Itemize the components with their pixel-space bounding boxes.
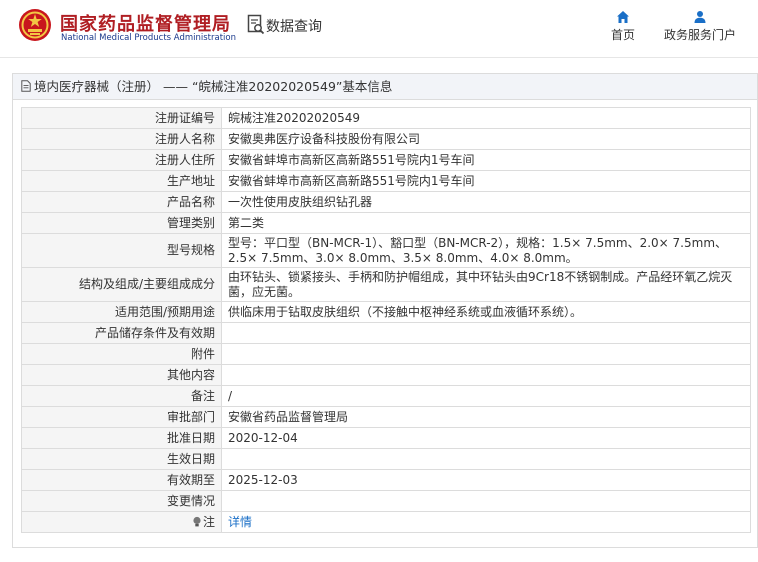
national-emblem-icon [19, 9, 51, 41]
row-label: 管理类别 [21, 212, 222, 234]
table-row: 生产地址 安徽省蚌埠市高新区高新路551号院内1号车间 [21, 170, 751, 192]
table-row: 生效日期 [21, 448, 751, 470]
row-label: 产品名称 [21, 191, 222, 213]
row-value: 型号：平口型（BN-MCR-1）、豁口型（BN-MCR-2），规格：1.5× 7… [221, 233, 751, 268]
table-row: 型号规格 型号：平口型（BN-MCR-1）、豁口型（BN-MCR-2），规格：1… [21, 233, 751, 268]
row-value: 安徽奥弗医疗设备科技股份有限公司 [221, 128, 751, 150]
table-row: 注 详情 [21, 511, 751, 533]
row-value [221, 322, 751, 344]
row-label: 产品储存条件及有效期 [21, 322, 222, 344]
table-row: 结构及组成/主要组成成分 由环钻头、锁紧接头、手柄和防护帽组成，其中环钻头由9C… [21, 267, 751, 302]
row-label: 结构及组成/主要组成成分 [21, 267, 222, 302]
table-row: 注册人名称 安徽奥弗医疗设备科技股份有限公司 [21, 128, 751, 150]
table-row: 变更情况 [21, 490, 751, 512]
row-label: 注册证编号 [21, 107, 222, 129]
user-icon [694, 11, 706, 23]
row-value: 安徽省药品监督管理局 [221, 406, 751, 428]
row-label: 注册人住所 [21, 149, 222, 171]
row-label: 生效日期 [21, 448, 222, 470]
row-value: / [221, 385, 751, 407]
document-icon [21, 80, 31, 92]
row-label: 注册人名称 [21, 128, 222, 150]
row-value [221, 364, 751, 386]
table-row: 注册人住所 安徽省蚌埠市高新区高新路551号院内1号车间 [21, 149, 751, 171]
details-link[interactable]: 详情 [228, 515, 252, 529]
table-row: 批准日期 2020-12-04 [21, 427, 751, 449]
nav-home[interactable]: 首页 [603, 10, 643, 43]
table-row: 附件 [21, 343, 751, 365]
row-label: 备注 [21, 385, 222, 407]
row-value: 供临床用于钻取皮肤组织（不接触中枢神经系统或血液循环系统）。 [221, 301, 751, 323]
panel-title-text: 境内医疗器械（注册） —— “皖械注准20202020549”基本信息 [34, 79, 393, 94]
nav-home-label: 首页 [610, 28, 635, 42]
row-label: 注 [21, 511, 222, 533]
info-table: 注册证编号 皖械注准20202020549 注册人名称 安徽奥弗医疗设备科技股份… [21, 107, 751, 533]
row-value: 安徽省蚌埠市高新区高新路551号院内1号车间 [221, 149, 751, 171]
site-header: 国家药品监督管理局 National Medical Products Admi… [0, 0, 758, 58]
table-row: 管理类别 第二类 [21, 212, 751, 234]
lightbulb-icon [193, 516, 201, 526]
row-label: 变更情况 [21, 490, 222, 512]
data-query-title[interactable]: 数据查询 [266, 16, 322, 36]
row-value: 2025-12-03 [221, 469, 751, 491]
row-value [221, 343, 751, 365]
note-label: 注 [202, 514, 215, 529]
row-label: 批准日期 [21, 427, 222, 449]
row-label: 生产地址 [21, 170, 222, 192]
row-value: 安徽省蚌埠市高新区高新路551号院内1号车间 [221, 170, 751, 192]
row-value: 2020-12-04 [221, 427, 751, 449]
row-value: 详情 [221, 511, 751, 533]
row-value [221, 448, 751, 470]
row-value: 第二类 [221, 212, 751, 234]
row-label: 其他内容 [21, 364, 222, 386]
nav-service-portal[interactable]: 政务服务门户 [656, 10, 744, 43]
row-label: 审批部门 [21, 406, 222, 428]
table-row: 其他内容 [21, 364, 751, 386]
row-value: 一次性使用皮肤组织钻孔器 [221, 191, 751, 213]
brand-name-en: National Medical Products Administration [61, 33, 236, 43]
nav-portal-label: 政务服务门户 [663, 28, 736, 42]
table-row: 产品名称 一次性使用皮肤组织钻孔器 [21, 191, 751, 213]
table-row: 审批部门 安徽省药品监督管理局 [21, 406, 751, 428]
row-label: 附件 [21, 343, 222, 365]
row-label: 有效期至 [21, 469, 222, 491]
detail-panel: 境内医疗器械（注册） —— “皖械注准20202020549”基本信息 注册证编… [12, 73, 758, 548]
row-value: 由环钻头、锁紧接头、手柄和防护帽组成，其中环钻头由9Cr18不锈钢制成。产品经环… [221, 267, 751, 302]
panel-title: 境内医疗器械（注册） —— “皖械注准20202020549”基本信息 [13, 74, 757, 100]
row-label: 型号规格 [21, 233, 222, 268]
table-row: 备注 / [21, 385, 751, 407]
table-row: 有效期至 2025-12-03 [21, 469, 751, 491]
table-row: 注册证编号 皖械注准20202020549 [21, 107, 751, 129]
row-label: 适用范围/预期用途 [21, 301, 222, 323]
table-row: 产品储存条件及有效期 [21, 322, 751, 344]
table-row: 适用范围/预期用途 供临床用于钻取皮肤组织（不接触中枢神经系统或血液循环系统）。 [21, 301, 751, 323]
search-doc-icon [247, 14, 265, 35]
row-value [221, 490, 751, 512]
row-value: 皖械注准20202020549 [221, 107, 751, 129]
home-icon [617, 11, 629, 23]
